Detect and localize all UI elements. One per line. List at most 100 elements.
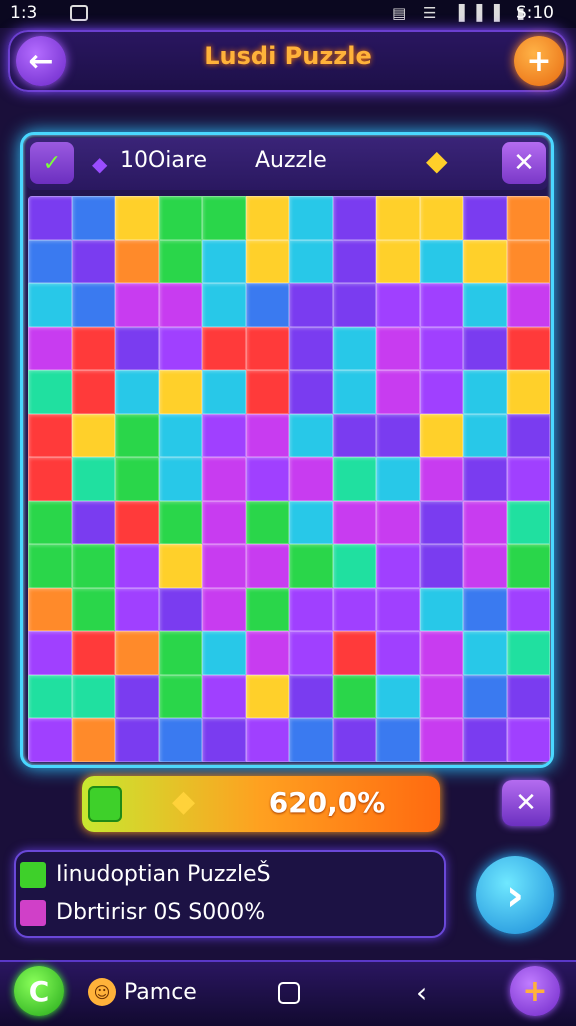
puzzle-piece[interactable] bbox=[158, 196, 202, 240]
puzzle-piece[interactable] bbox=[506, 544, 550, 588]
puzzle-piece[interactable] bbox=[158, 718, 202, 762]
puzzle-piece[interactable] bbox=[506, 326, 550, 371]
puzzle-piece[interactable] bbox=[506, 674, 550, 719]
puzzle-piece[interactable] bbox=[289, 196, 333, 240]
puzzle-piece[interactable] bbox=[71, 239, 115, 284]
puzzle-piece[interactable] bbox=[71, 631, 115, 675]
puzzle-piece[interactable] bbox=[506, 413, 550, 458]
puzzle-piece[interactable] bbox=[202, 718, 246, 762]
puzzle-piece[interactable] bbox=[71, 413, 115, 458]
puzzle-piece[interactable] bbox=[158, 587, 202, 632]
puzzle-piece[interactable] bbox=[332, 283, 376, 327]
puzzle-piece[interactable] bbox=[419, 370, 463, 414]
checkbox-pink[interactable] bbox=[20, 900, 46, 926]
puzzle-piece[interactable] bbox=[28, 326, 72, 371]
puzzle-piece[interactable] bbox=[202, 457, 246, 501]
puzzle-piece[interactable] bbox=[289, 500, 333, 545]
puzzle-piece[interactable] bbox=[245, 370, 289, 414]
puzzle-piece[interactable] bbox=[376, 631, 420, 675]
puzzle-piece[interactable] bbox=[245, 544, 289, 588]
puzzle-piece[interactable] bbox=[289, 631, 333, 675]
puzzle-piece[interactable] bbox=[463, 631, 507, 675]
puzzle-piece[interactable] bbox=[376, 674, 420, 719]
puzzle-piece[interactable] bbox=[376, 718, 420, 762]
puzzle-piece[interactable] bbox=[245, 457, 289, 501]
puzzle-piece[interactable] bbox=[158, 370, 202, 414]
refresh-button[interactable]: C bbox=[14, 966, 64, 1016]
puzzle-piece[interactable] bbox=[463, 587, 507, 632]
puzzle-piece[interactable] bbox=[289, 239, 333, 284]
puzzle-piece[interactable] bbox=[71, 718, 115, 762]
puzzle-piece[interactable] bbox=[202, 239, 246, 284]
puzzle-piece[interactable] bbox=[115, 283, 159, 327]
puzzle-piece[interactable] bbox=[289, 587, 333, 632]
puzzle-piece[interactable] bbox=[202, 674, 246, 719]
puzzle-piece[interactable] bbox=[463, 283, 507, 327]
puzzle-piece[interactable] bbox=[158, 674, 202, 719]
puzzle-piece[interactable] bbox=[332, 500, 376, 545]
bottom-add-button[interactable]: + bbox=[510, 966, 560, 1016]
puzzle-piece[interactable] bbox=[245, 631, 289, 675]
puzzle-piece[interactable] bbox=[158, 283, 202, 327]
puzzle-piece[interactable] bbox=[71, 370, 115, 414]
puzzle-piece[interactable] bbox=[28, 283, 72, 327]
puzzle-piece[interactable] bbox=[71, 500, 115, 545]
puzzle-piece[interactable] bbox=[463, 674, 507, 719]
puzzle-piece[interactable] bbox=[202, 631, 246, 675]
puzzle-piece[interactable] bbox=[158, 457, 202, 501]
puzzle-piece[interactable] bbox=[332, 718, 376, 762]
puzzle-piece[interactable] bbox=[115, 239, 159, 284]
puzzle-piece[interactable] bbox=[202, 587, 246, 632]
puzzle-piece[interactable] bbox=[376, 587, 420, 632]
puzzle-piece[interactable] bbox=[506, 457, 550, 501]
progress-close-button[interactable]: ✕ bbox=[502, 780, 550, 826]
puzzle-piece[interactable] bbox=[506, 631, 550, 675]
puzzle-piece[interactable] bbox=[332, 196, 376, 240]
puzzle-piece[interactable] bbox=[289, 544, 333, 588]
puzzle-piece[interactable] bbox=[419, 239, 463, 284]
puzzle-piece[interactable] bbox=[506, 239, 550, 284]
puzzle-piece[interactable] bbox=[28, 196, 72, 240]
puzzle-piece[interactable] bbox=[71, 674, 115, 719]
puzzle-piece[interactable] bbox=[419, 674, 463, 719]
close-board-button[interactable]: ✕ bbox=[502, 142, 546, 184]
home-button[interactable] bbox=[278, 982, 300, 1004]
puzzle-grid[interactable] bbox=[28, 196, 550, 762]
puzzle-piece[interactable] bbox=[289, 283, 333, 327]
puzzle-piece[interactable] bbox=[245, 718, 289, 762]
puzzle-piece[interactable] bbox=[419, 283, 463, 327]
puzzle-piece[interactable] bbox=[463, 718, 507, 762]
puzzle-piece[interactable] bbox=[463, 413, 507, 458]
puzzle-piece[interactable] bbox=[332, 370, 376, 414]
puzzle-piece[interactable] bbox=[419, 326, 463, 371]
puzzle-piece[interactable] bbox=[71, 326, 115, 371]
puzzle-piece[interactable] bbox=[376, 370, 420, 414]
puzzle-piece[interactable] bbox=[28, 587, 72, 632]
puzzle-piece[interactable] bbox=[506, 196, 550, 240]
puzzle-piece[interactable] bbox=[506, 283, 550, 327]
puzzle-piece[interactable] bbox=[245, 239, 289, 284]
puzzle-piece[interactable] bbox=[376, 544, 420, 588]
puzzle-piece[interactable] bbox=[115, 196, 159, 240]
puzzle-piece[interactable] bbox=[506, 370, 550, 414]
puzzle-piece[interactable] bbox=[158, 239, 202, 284]
puzzle-piece[interactable] bbox=[115, 587, 159, 632]
puzzle-piece[interactable] bbox=[71, 283, 115, 327]
puzzle-piece[interactable] bbox=[202, 196, 246, 240]
puzzle-piece[interactable] bbox=[463, 544, 507, 588]
puzzle-piece[interactable] bbox=[158, 631, 202, 675]
puzzle-piece[interactable] bbox=[28, 370, 72, 414]
puzzle-piece[interactable] bbox=[332, 457, 376, 501]
puzzle-piece[interactable] bbox=[202, 326, 246, 371]
checkbox-green[interactable] bbox=[20, 862, 46, 888]
puzzle-piece[interactable] bbox=[376, 413, 420, 458]
puzzle-piece[interactable] bbox=[506, 500, 550, 545]
puzzle-piece[interactable] bbox=[245, 587, 289, 632]
puzzle-piece[interactable] bbox=[506, 587, 550, 632]
puzzle-piece[interactable] bbox=[506, 718, 550, 762]
puzzle-piece[interactable] bbox=[376, 283, 420, 327]
puzzle-piece[interactable] bbox=[115, 674, 159, 719]
nav-back-button[interactable]: ‹ bbox=[416, 976, 427, 1009]
puzzle-piece[interactable] bbox=[202, 370, 246, 414]
puzzle-piece[interactable] bbox=[463, 326, 507, 371]
